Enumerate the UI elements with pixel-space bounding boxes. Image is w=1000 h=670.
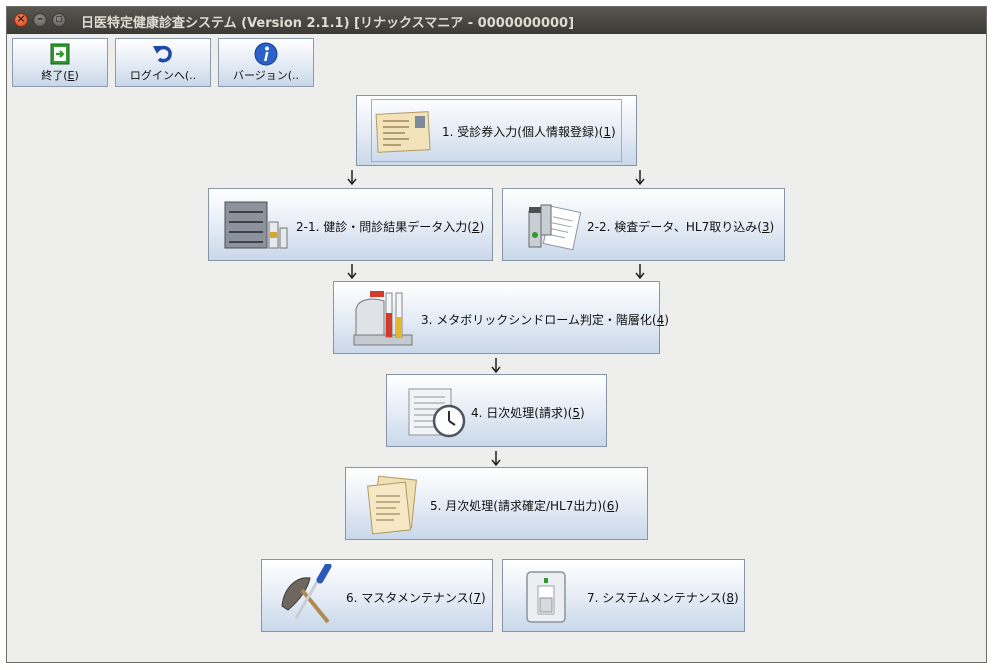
maximize-icon: ▫ — [55, 12, 63, 25]
step2-1-label: 2-1. 健診・問診結果データ入力(2) — [296, 220, 485, 234]
version-button[interactable]: バージョン(.. — [218, 38, 314, 87]
main-panel: 終了(E) ログインへ(.. バージョン(.. 1. 受診券入力(個人情報登録)… — [7, 34, 986, 662]
step5-monthly-processing-button[interactable]: 5. 月次処理(請求確定/HL7出力)(6) — [345, 467, 648, 540]
exit-button[interactable]: 終了(E) — [12, 38, 108, 87]
login-button[interactable]: ログインへ(.. — [115, 38, 211, 87]
sample-bottles-icon — [528, 204, 581, 251]
flow-arrow-1-to-2-2 — [635, 170, 645, 185]
window-title: 日医特定健康診査システム (Version 2.1.1) [リナックスマニア -… — [81, 16, 575, 31]
step3-label: 3. メタボリックシンドローム判定・階層化(4) — [421, 313, 669, 327]
version-button-label: バージョン(.. — [232, 69, 300, 82]
document-clock-icon — [408, 388, 466, 438]
step1-label: 1. 受診券入力(個人情報登録)(1) — [442, 125, 616, 139]
step1-patient-registration-button[interactable]: 1. 受診券入力(個人情報登録)(1) — [356, 95, 637, 166]
flow-arrow-2-1-to-3 — [347, 264, 357, 279]
step7-label: 7. システムメンテナンス(8) — [587, 591, 739, 605]
flow-arrow-3-to-4 — [491, 358, 501, 373]
exit-icon — [50, 43, 70, 65]
flow-arrow-1-to-2-1 — [347, 170, 357, 185]
undo-arrow-icon — [153, 45, 172, 63]
lab-rack-icon — [224, 201, 288, 249]
wall-switch-icon — [526, 571, 566, 623]
step6-label: 6. マスタメンテナンス(7) — [346, 591, 486, 605]
window-close-button[interactable]: × — [14, 12, 28, 27]
step2-2-label: 2-2. 検査データ、HL7取り込み(3) — [587, 220, 775, 234]
step4-daily-processing-button[interactable]: 4. 日次処理(請求)(5) — [386, 374, 607, 447]
step6-master-maintenance-button[interactable]: 6. マスタメンテナンス(7) — [261, 559, 493, 632]
documents-icon — [367, 475, 417, 535]
exit-button-label: 終了(E) — [41, 69, 79, 82]
login-button-label: ログインへ(.. — [129, 69, 197, 82]
flow-arrow-4-to-5 — [491, 451, 501, 466]
step5-label: 5. 月次処理(請求確定/HL7出力)(6) — [430, 499, 620, 513]
step4-label: 4. 日次処理(請求)(5) — [471, 406, 585, 420]
step7-system-maintenance-button[interactable]: 7. システムメンテナンス(8) — [502, 559, 745, 632]
minimize-icon: – — [37, 12, 43, 25]
info-icon — [254, 42, 278, 66]
step3-metabolic-assessment-button[interactable]: 3. メタボリックシンドローム判定・階層化(4) — [333, 281, 669, 354]
step2-2-hl7-import-button[interactable]: 2-2. 検査データ、HL7取り込み(3) — [502, 188, 785, 261]
duster-screwdriver-icon — [281, 564, 332, 624]
analyzer-icon — [353, 291, 413, 346]
title-bar[interactable]: × – ▫ 日医特定健康診査システム (Version 2.1.1) [リナック… — [7, 7, 986, 34]
flow-arrow-2-2-to-3 — [635, 264, 645, 279]
id-card-icon — [375, 111, 431, 153]
window-maximize-button[interactable]: ▫ — [52, 12, 66, 27]
close-icon: × — [16, 12, 26, 25]
step2-1-checkup-results-button[interactable]: 2-1. 健診・問診結果データ入力(2) — [208, 188, 493, 261]
app-window: × – ▫ 日医特定健康診査システム (Version 2.1.1) [リナック… — [6, 6, 987, 663]
window-minimize-button[interactable]: – — [33, 12, 47, 27]
